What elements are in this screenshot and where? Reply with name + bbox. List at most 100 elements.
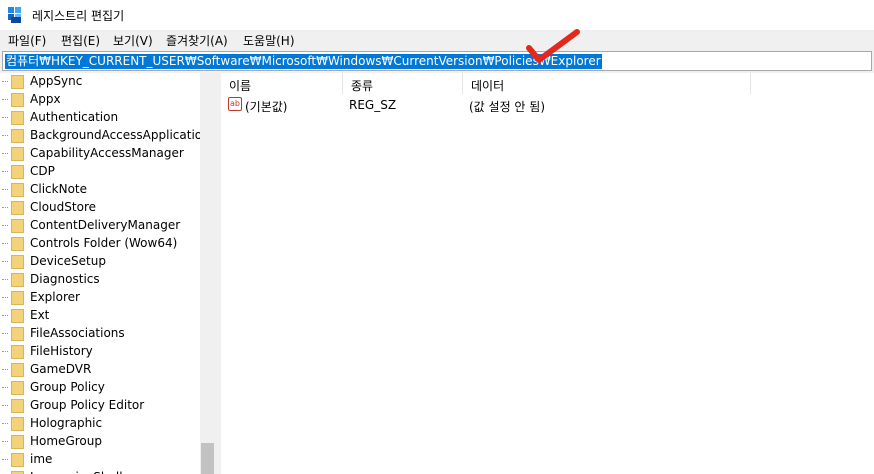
tree-item-label: ContentDeliveryManager <box>30 218 181 232</box>
tree-vertical-scrollbar[interactable] <box>200 73 215 474</box>
checkmark-annotation-icon <box>526 29 580 63</box>
tree-item[interactable]: Controls Folder (Wow64) <box>0 235 200 253</box>
tree-connector <box>2 333 8 334</box>
column-header-type[interactable]: 종류 <box>343 73 463 94</box>
tree-connector <box>2 297 8 298</box>
tree-item[interactable]: ContentDeliveryManager <box>0 217 200 235</box>
tree-item-label: AppSync <box>30 74 83 88</box>
tree-connector <box>2 315 8 316</box>
tree-item[interactable]: BackgroundAccessApplications <box>0 127 215 145</box>
tree-item-label: Explorer <box>30 290 80 304</box>
tree-item[interactable]: AppSync <box>0 73 200 91</box>
tree-item[interactable]: FileHistory <box>0 343 200 361</box>
tree-item-label: GameDVR <box>30 362 92 376</box>
tree-item[interactable]: GameDVR <box>0 361 200 379</box>
tree-item[interactable]: Diagnostics <box>0 271 200 289</box>
scrollbar-thumb[interactable] <box>201 443 214 474</box>
tree-connector <box>2 459 8 460</box>
tree-connector <box>2 405 8 406</box>
tree-item-label: HomeGroup <box>30 434 102 448</box>
menu-help[interactable]: 도움말(H) <box>241 32 297 49</box>
folder-icon <box>11 219 24 233</box>
tree-item-label: Ext <box>30 308 50 322</box>
tree-item[interactable]: ClickNote <box>0 181 200 199</box>
folder-icon <box>11 309 24 323</box>
menu-view[interactable]: 보기(V) <box>111 32 155 49</box>
registry-editor-icon <box>8 7 21 23</box>
column-type-label: 종류 <box>351 79 374 93</box>
folder-icon <box>11 165 24 179</box>
folder-icon <box>11 345 24 359</box>
folder-icon <box>11 381 24 395</box>
tree-item-label: Holographic <box>30 416 103 430</box>
tree-connector <box>2 423 8 424</box>
tree-connector <box>2 207 8 208</box>
menu-file[interactable]: 파일(F) <box>6 32 48 49</box>
tree-item[interactable]: Explorer <box>0 289 200 307</box>
menu-edit[interactable]: 편집(E) <box>59 32 102 49</box>
tree-item[interactable]: Ext <box>0 307 200 325</box>
tree-item[interactable]: Group Policy <box>0 379 200 397</box>
tree-connector <box>2 441 8 442</box>
values-pane[interactable]: 이름 종류 데이터 ab (기본값) REG_SZ (값 설정 안 됨) <box>221 73 874 474</box>
menu-bar: 파일(F) 편집(E) 보기(V) 즐겨찾기(A) 도움말(H) <box>0 30 874 50</box>
tree-item[interactable]: Appx <box>0 91 200 109</box>
tree-item-label: Appx <box>30 92 61 106</box>
tree-connector <box>2 117 8 118</box>
tree-connector <box>2 261 8 262</box>
tree-connector <box>2 243 8 244</box>
value-name: (기본값) <box>245 100 288 114</box>
tree-item[interactable]: DeviceSetup <box>0 253 200 271</box>
tree-item[interactable]: CDP <box>0 163 200 181</box>
tree-connector <box>2 171 8 172</box>
tree-item-label: DeviceSetup <box>30 254 106 268</box>
folder-icon <box>11 291 24 305</box>
column-name-label: 이름 <box>229 79 252 93</box>
folder-icon <box>11 147 24 161</box>
address-path[interactable]: 컴퓨터₩HKEY_CURRENT_USER₩Software₩Microsoft… <box>5 54 602 69</box>
folder-icon <box>11 75 24 89</box>
folder-icon <box>11 327 24 341</box>
window-title: 레지스트리 편집기 <box>32 9 125 23</box>
tree-connector <box>2 369 8 370</box>
tree-item[interactable]: Authentication <box>0 109 200 127</box>
tree-item[interactable]: Group Policy Editor <box>0 397 200 415</box>
key-tree-list: AppSync Appx Authentication BackgroundAcces… <box>0 73 215 474</box>
key-tree-pane[interactable]: AppSync Appx Authentication BackgroundAcces… <box>0 73 215 474</box>
tree-item[interactable]: CapabilityAccessManager <box>0 145 200 163</box>
tree-item-label: CapabilityAccessManager <box>30 146 184 160</box>
tree-item-label: Diagnostics <box>30 272 100 286</box>
tree-item-label: ImmersiveShell <box>30 470 123 474</box>
title-bar: 레지스트리 편집기 <box>0 0 874 30</box>
folder-icon <box>11 111 24 125</box>
tree-item[interactable]: HomeGroup <box>0 433 200 451</box>
tree-connector <box>2 189 8 190</box>
tree-connector <box>2 279 8 280</box>
tree-item-label: CDP <box>30 164 55 178</box>
tree-item-label: Group Policy Editor <box>30 398 145 412</box>
tree-connector <box>2 387 8 388</box>
tree-item[interactable]: CloudStore <box>0 199 200 217</box>
column-header-data[interactable]: 데이터 <box>463 73 751 94</box>
value-row[interactable]: ab (기본값) REG_SZ (값 설정 안 됨) <box>221 96 874 114</box>
tree-item[interactable]: Holographic <box>0 415 200 433</box>
tree-connector <box>2 135 8 136</box>
address-bar[interactable]: 컴퓨터₩HKEY_CURRENT_USER₩Software₩Microsoft… <box>2 51 872 71</box>
tree-item-label: ClickNote <box>30 182 87 196</box>
tree-item[interactable]: ime <box>0 451 200 469</box>
column-data-label: 데이터 <box>471 79 505 93</box>
tree-item-label: FileAssociations <box>30 326 125 340</box>
tree-item[interactable]: ImmersiveShell <box>0 469 200 474</box>
folder-icon <box>11 201 24 215</box>
tree-item-label: Group Policy <box>30 380 105 394</box>
tree-item-label: CloudStore <box>30 200 96 214</box>
folder-icon <box>11 417 24 431</box>
menu-favorites[interactable]: 즐겨찾기(A) <box>164 32 230 49</box>
tree-item-label: ime <box>30 452 53 466</box>
folder-icon <box>11 363 24 377</box>
column-header-name[interactable]: 이름 <box>221 73 343 94</box>
tree-item-label: Authentication <box>30 110 119 124</box>
tree-item[interactable]: FileAssociations <box>0 325 200 343</box>
tree-connector <box>2 99 8 100</box>
folder-icon <box>11 183 24 197</box>
